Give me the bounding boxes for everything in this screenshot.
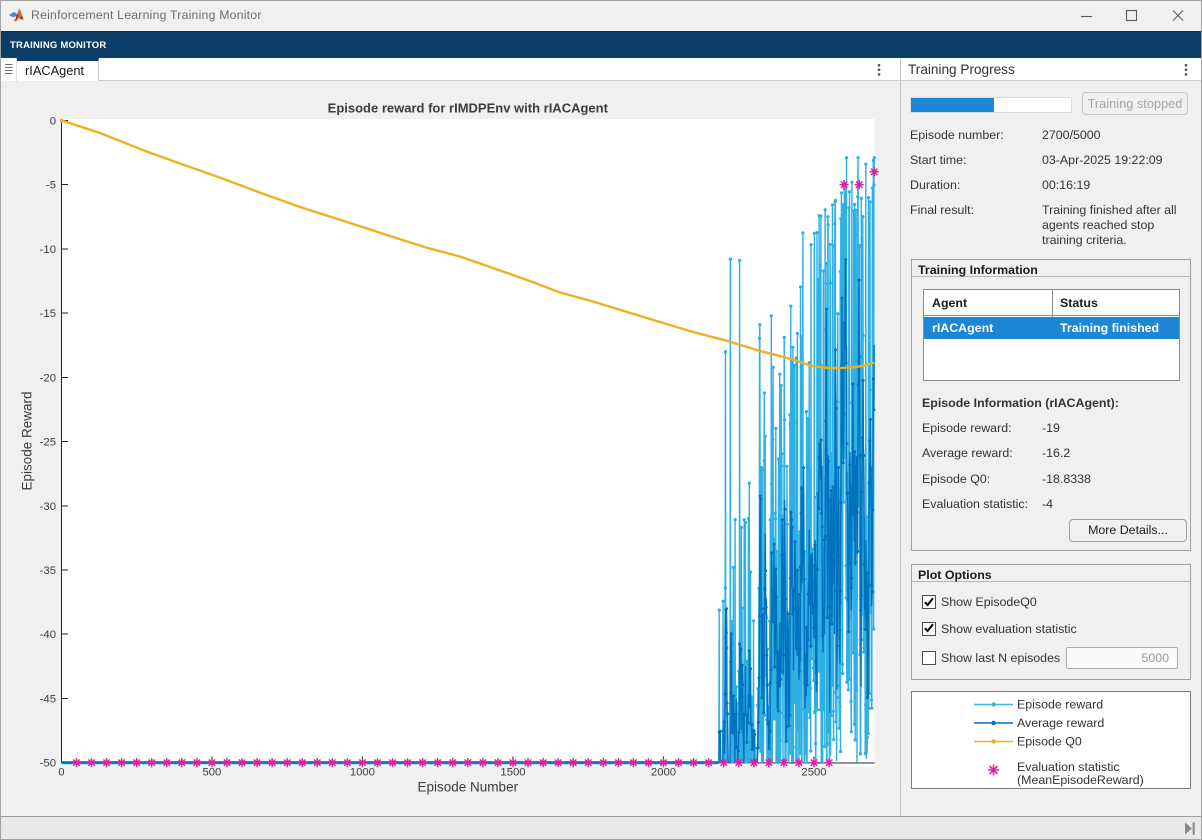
svg-text:-25: -25 xyxy=(40,437,56,449)
svg-text:0: 0 xyxy=(50,115,56,127)
svg-text:Episode reward: Episode reward xyxy=(1017,698,1103,712)
svg-text:-5: -5 xyxy=(46,180,56,192)
svg-text:1000: 1000 xyxy=(350,767,375,779)
svg-text:-10: -10 xyxy=(40,244,56,256)
svg-text:2000: 2000 xyxy=(651,767,676,779)
svg-text:2500: 2500 xyxy=(801,767,826,779)
svg-text:0: 0 xyxy=(58,767,64,779)
svg-text:-45: -45 xyxy=(40,694,56,706)
svg-text:500: 500 xyxy=(202,767,221,779)
svg-text:Episode Q0: Episode Q0 xyxy=(1017,735,1082,749)
svg-text:-35: -35 xyxy=(40,565,56,577)
svg-text:(MeanEpisodeReward): (MeanEpisodeReward) xyxy=(1017,773,1144,787)
svg-text:Average reward: Average reward xyxy=(1017,716,1104,730)
svg-text:1500: 1500 xyxy=(500,767,525,779)
svg-text:Episode Number: Episode Number xyxy=(418,780,519,795)
svg-text:Episode reward for rIMDPEnv wi: Episode reward for rIMDPEnv with rIACAge… xyxy=(328,101,609,116)
svg-text:Evaluation statistic: Evaluation statistic xyxy=(1017,760,1120,774)
svg-text:Episode Reward: Episode Reward xyxy=(20,391,35,490)
svg-text:-50: -50 xyxy=(40,758,56,770)
svg-text:-30: -30 xyxy=(40,501,56,513)
svg-text:-15: -15 xyxy=(40,308,56,320)
svg-text:-40: -40 xyxy=(40,629,56,641)
svg-text:-20: -20 xyxy=(40,372,56,384)
